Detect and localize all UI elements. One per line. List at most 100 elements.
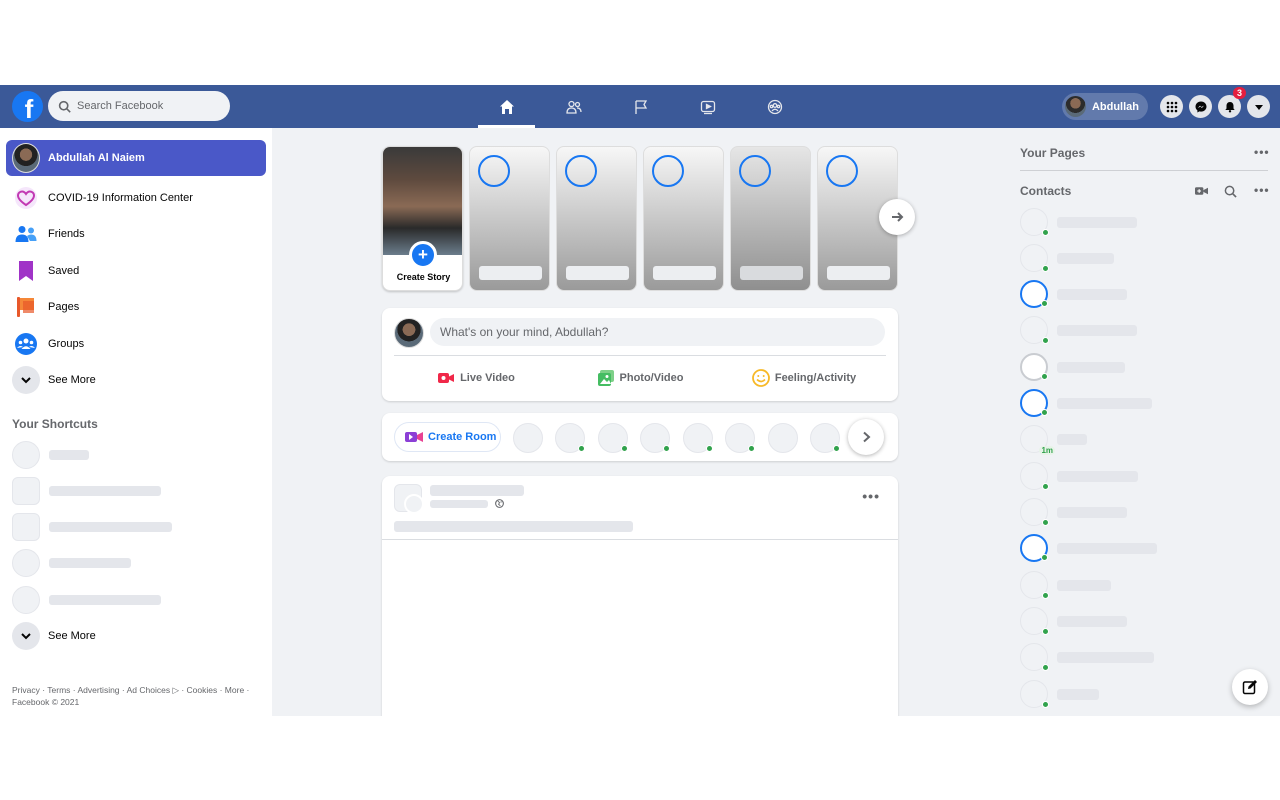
contact-row[interactable] (1020, 643, 1154, 671)
feed-post-placeholder: ••• (382, 476, 898, 716)
contact-row[interactable] (1020, 244, 1114, 272)
contacts-title: Contacts (1020, 184, 1072, 198)
notifications-button[interactable]: 3 (1218, 87, 1246, 118)
account-menu-button[interactable] (1247, 95, 1270, 118)
sidebar-item-pages[interactable]: Pages (6, 289, 266, 325)
story-avatar-ring (826, 155, 858, 187)
story-card-placeholder[interactable] (556, 146, 637, 291)
contact-avatar (1020, 316, 1049, 344)
contact-name-placeholder (1057, 361, 1125, 373)
composer-actions: Live Video Photo/Video Feeling/Activity (394, 363, 886, 393)
new-room-video-icon[interactable] (1195, 185, 1208, 197)
story-card-placeholder[interactable] (469, 146, 550, 291)
tab-groups[interactable] (746, 85, 803, 128)
feeling-activity-label: Feeling/Activity (774, 372, 857, 384)
tab-watch[interactable] (679, 85, 736, 128)
sidebar-item-profile[interactable]: Abdullah Al Naiem (6, 140, 266, 176)
photo-video-button[interactable]: Photo/Video (558, 363, 722, 393)
online-dot (1042, 265, 1049, 272)
contact-avatar: 1m (1020, 425, 1055, 455)
room-contact-placeholder[interactable] (725, 423, 755, 453)
feeling-activity-button[interactable]: Feeling/Activity (722, 363, 886, 393)
contact-avatar (1020, 280, 1048, 308)
whats-on-your-mind-input[interactable]: What's on your mind, Abdullah? (430, 318, 885, 346)
contact-row[interactable] (1020, 534, 1157, 562)
search-input[interactable] (77, 100, 217, 112)
contact-row[interactable] (1020, 607, 1127, 635)
composer-divider (394, 355, 886, 356)
search-contacts-icon[interactable] (1224, 185, 1237, 198)
tab-home[interactable] (478, 85, 535, 128)
sidebar-item-groups[interactable]: Groups (6, 326, 266, 362)
avatar (1064, 96, 1086, 117)
menu-grid-button[interactable] (1160, 95, 1183, 118)
story-card-placeholder[interactable] (643, 146, 724, 291)
online-dot (1041, 409, 1048, 416)
contact-row[interactable] (1020, 280, 1127, 308)
contacts-options-button[interactable]: ••• (1254, 183, 1270, 197)
profile-chip-name: Abdullah (1091, 100, 1139, 113)
contact-row[interactable] (1020, 680, 1099, 708)
live-video-button[interactable]: Live Video (394, 363, 558, 393)
avatar (12, 143, 40, 173)
shortcuts-title: Your Shortcuts (12, 417, 98, 431)
contact-name-placeholder (1057, 542, 1157, 554)
contact-row[interactable] (1020, 208, 1137, 236)
search-box[interactable] (48, 91, 230, 121)
room-contact-placeholder[interactable] (683, 423, 713, 453)
arrow-right-icon (892, 212, 904, 222)
create-story-card[interactable]: + Create Story (382, 146, 463, 291)
tab-friends[interactable] (545, 85, 602, 128)
shortcut-label-placeholder (49, 450, 89, 460)
compose-icon (1242, 680, 1257, 695)
sidebar-item-see-more[interactable]: See More (6, 362, 266, 398)
contact-row[interactable] (1020, 571, 1111, 599)
contact-row[interactable]: 1m (1020, 425, 1087, 455)
story-card-placeholder[interactable] (730, 146, 811, 291)
sidebar-item-covid[interactable]: COVID-19 Information Center (6, 180, 266, 216)
sidebar-item-friends[interactable]: Friends (6, 216, 266, 252)
flag-icon (12, 293, 40, 321)
shortcuts-see-more[interactable]: See More (6, 618, 266, 654)
room-contact-placeholder[interactable] (513, 423, 543, 453)
stories-next-button[interactable] (879, 199, 915, 235)
plus-icon: + (409, 241, 437, 269)
profile-chip[interactable]: Abdullah (1061, 93, 1148, 120)
shortcut-placeholder (12, 477, 161, 505)
room-contact-placeholder[interactable] (598, 423, 628, 453)
contact-name-placeholder (1057, 688, 1099, 700)
facebook-logo[interactable]: f (12, 91, 43, 124)
room-contact-placeholder[interactable] (555, 423, 585, 453)
tab-pages[interactable] (612, 85, 669, 128)
contact-row[interactable] (1020, 498, 1127, 526)
last-active-badge: 1m (1039, 446, 1055, 455)
shortcut-avatar-placeholder (12, 586, 40, 614)
contact-row[interactable] (1020, 389, 1152, 417)
sidebar-item-saved[interactable]: Saved (6, 253, 266, 289)
sidebar-item-label: See More (48, 630, 96, 642)
room-contact-placeholder[interactable] (640, 423, 670, 453)
online-dot (1042, 519, 1049, 526)
rooms-next-button[interactable] (848, 419, 884, 455)
create-room-button[interactable]: Create Room (394, 422, 501, 452)
messenger-button[interactable] (1189, 95, 1212, 118)
contact-row[interactable] (1020, 462, 1138, 490)
post-options-button[interactable]: ••• (862, 488, 880, 504)
friends-icon (565, 100, 582, 114)
shortcut-placeholder (12, 549, 131, 577)
friends-icon (12, 220, 40, 248)
live-video-icon (438, 373, 455, 383)
contact-name-placeholder (1057, 433, 1087, 445)
pages-options-button[interactable]: ••• (1254, 145, 1270, 159)
new-message-button[interactable] (1232, 669, 1268, 705)
create-story-label: Create Story (396, 272, 451, 282)
post-composer: What's on your mind, Abdullah? Live Vide… (382, 308, 898, 401)
contact-row[interactable] (1020, 316, 1137, 344)
footer-links[interactable]: Privacy · Terms · Advertising · Ad Choic… (12, 684, 262, 708)
room-contact-placeholder[interactable] (810, 423, 840, 453)
room-contact-placeholder[interactable] (768, 423, 798, 453)
contact-row[interactable] (1020, 353, 1125, 381)
notification-count-badge: 3 (1232, 87, 1246, 99)
contact-avatar (1020, 498, 1049, 526)
sidebar-item-label: See More (48, 374, 96, 386)
